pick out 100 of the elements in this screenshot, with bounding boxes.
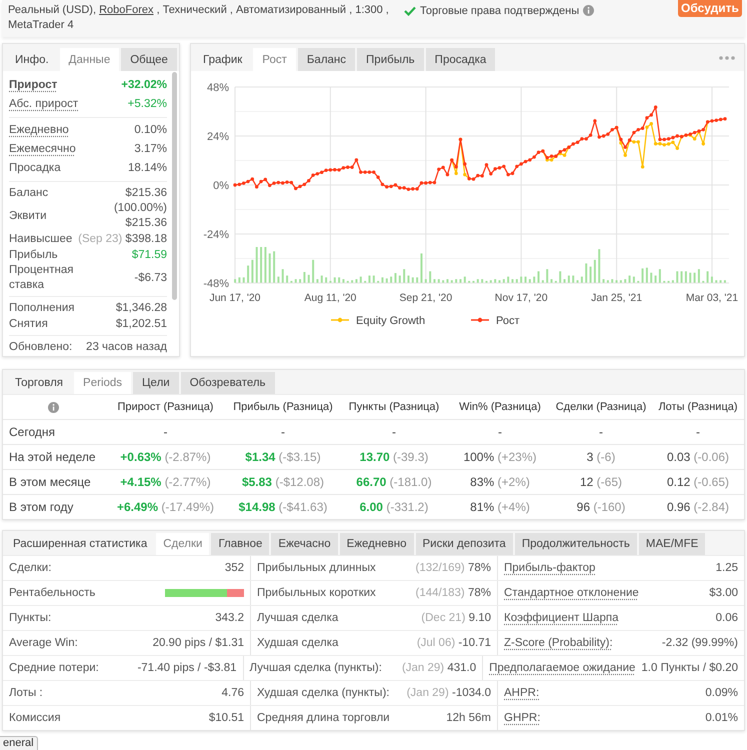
table-cell: - — [696, 425, 700, 439]
stat-label: Пункты: — [9, 612, 52, 624]
legend-label: Рост — [496, 315, 520, 327]
point — [676, 146, 679, 150]
column-header: Сделки (Разница) — [554, 401, 648, 413]
stat-label: Лучшая сделка (пункты): — [250, 662, 382, 674]
stat-label: Коэффициент Шарпа — [504, 612, 618, 624]
tab[interactable]: Ежедневно — [340, 533, 414, 555]
point — [645, 126, 649, 129]
stat-label: Средняя длина торговли — [257, 712, 390, 724]
stat-label: Пополнения — [9, 300, 74, 316]
tab[interactable]: График — [194, 48, 252, 71]
account-details: Реальный (USD), RoboForex , Технический , Автоматизированный , 1:300 , MetaTrader 4 — [8, 3, 390, 33]
table-cell: - — [392, 425, 396, 439]
stat-value: 4.76 — [222, 687, 244, 699]
x-axis-label: Sep 21, '20 — [399, 292, 452, 304]
point — [454, 172, 458, 176]
tab[interactable]: Просадка — [426, 48, 496, 71]
stat-value: -71.40 pips / -$3.81 — [137, 662, 237, 674]
stat-value: (144/183) 78% — [416, 587, 491, 599]
tab[interactable]: Прибыль — [357, 48, 424, 71]
row-label: В этом году — [8, 500, 74, 514]
column-header: Лоты (Разница) — [657, 401, 739, 413]
point — [671, 140, 675, 144]
tab[interactable]: Общее — [121, 48, 177, 71]
point — [632, 140, 636, 144]
stat-label: Эквити — [9, 208, 47, 224]
point — [550, 158, 554, 162]
stat-label: Худшая сделка (пункты): — [257, 687, 390, 699]
table-cell: +0.63% (-2.87%) — [120, 450, 211, 464]
stat-value: (Jan 29) 431.0 — [402, 662, 476, 674]
tab[interactable]: Цели — [133, 372, 179, 394]
tab[interactable]: MAE/MFE — [638, 533, 706, 555]
tab[interactable]: Торговля — [6, 372, 72, 394]
stat-label: Ежемесячно — [9, 142, 76, 157]
y-axis-label: -24% — [203, 229, 229, 241]
stat-value: 0.01% — [705, 712, 738, 724]
table-cell: 100% (+23%) — [463, 450, 537, 464]
tab[interactable]: Риски депозита — [416, 533, 513, 555]
stat-value: (Sep 23) $398.18 — [78, 232, 167, 246]
stat-label: Ежедневно — [9, 123, 69, 138]
stat-value: $3.00 — [709, 587, 738, 599]
stat-label: Average Win: — [9, 637, 78, 649]
tab[interactable]: Главное — [211, 533, 270, 555]
tab[interactable]: Ежечасно — [271, 533, 338, 555]
stat-value: (Jan 29) -1034.0 — [406, 687, 491, 699]
scrollbar-thumb[interactable] — [172, 72, 177, 300]
stat-value: $215.36 — [125, 186, 167, 200]
point — [702, 142, 706, 146]
table-cell: $14.98 (-$41.63) — [238, 500, 328, 514]
stat-label: Рентабельность — [9, 587, 96, 599]
tab[interactable]: Рост — [253, 48, 296, 71]
table-cell: 0.03 (-0.06) — [666, 450, 730, 464]
info-icon — [583, 5, 594, 16]
stat-label: GHPR: — [504, 712, 540, 724]
x-axis-label: Jun 17, '20 — [209, 292, 261, 304]
column-header: Прибыль (Разница) — [232, 401, 334, 413]
stat-label: Процентная ставка — [9, 263, 75, 293]
point — [640, 165, 644, 169]
stat-value: 3.17% — [134, 142, 167, 157]
tab[interactable]: Расширенная статистика — [6, 533, 154, 555]
stat-value: -2.32 (99.99%) — [662, 637, 738, 649]
tab[interactable]: Инфо. — [6, 48, 58, 71]
point — [650, 122, 653, 126]
y-axis-label: 24% — [206, 131, 229, 143]
more-icon[interactable] — [719, 56, 735, 60]
legend-label: Equity Growth — [356, 315, 426, 327]
tab[interactable]: Periods — [74, 372, 132, 394]
stat-value: 18.14% — [128, 161, 167, 176]
stat-label: Абс. прирост — [9, 97, 78, 112]
row-label: В этом месяце — [8, 475, 92, 489]
tab[interactable]: Обозреватель — [180, 372, 275, 394]
tab[interactable]: Данные — [60, 48, 120, 71]
y-axis-label: 48% — [206, 82, 229, 94]
stat-label: Просадка — [9, 161, 61, 176]
point — [658, 142, 662, 146]
table-cell: 0.96 (-2.84) — [666, 500, 730, 514]
tab[interactable]: Продолжительность — [514, 533, 637, 555]
stat-value: (Jul 06) -10.71 — [416, 637, 491, 649]
verification-text: Торговые права подтверждены — [420, 4, 580, 16]
stat-label: AHPR: — [504, 687, 540, 699]
table-cell: $5.83 (-$12.08) — [242, 475, 324, 489]
table-cell: - — [498, 425, 502, 439]
stat-value: 0.06 — [716, 612, 738, 624]
stat-value: 352 — [224, 562, 244, 574]
legend-marker-icon — [331, 318, 349, 322]
stat-label: Снятия — [9, 316, 48, 332]
stat-label: Прирост — [9, 78, 58, 93]
stat-label: Наивысшее — [9, 232, 72, 246]
stat-value: $1,202.51 — [116, 316, 167, 332]
table-cell: +6.49% (-17.49%) — [116, 500, 214, 514]
tab[interactable]: Сделки — [156, 533, 210, 555]
broker-link[interactable]: RoboForex — [99, 4, 154, 16]
stat-value: 12h 56m — [446, 712, 491, 724]
stat-label: Прибыль-фактор — [504, 562, 596, 574]
tab[interactable]: Баланс — [298, 48, 356, 71]
column-header: Win% (Разница) — [458, 401, 542, 413]
table-cell: 66.70 (-181.0) — [356, 475, 432, 489]
stat-label: Лоты : — [9, 687, 43, 699]
stat-value: $1,346.28 — [116, 300, 167, 316]
